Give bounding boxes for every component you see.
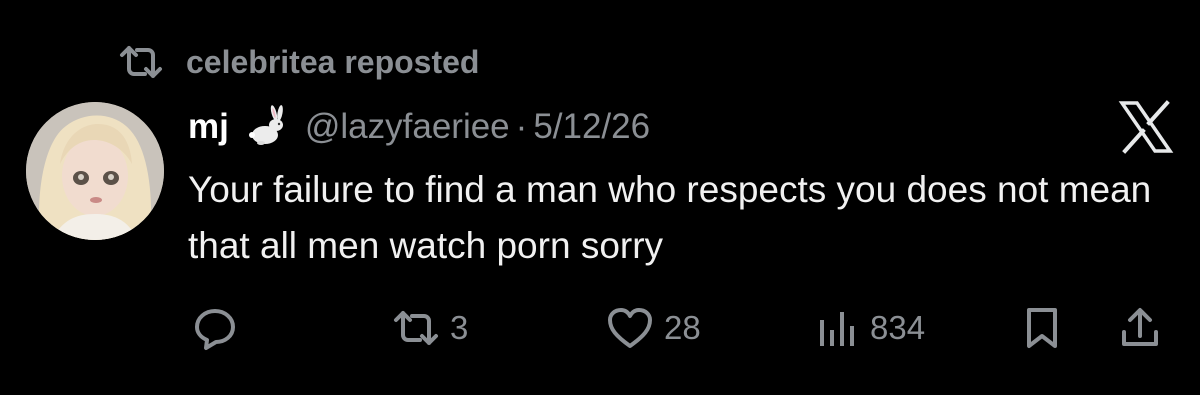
reply-button[interactable] <box>192 300 238 356</box>
share-icon <box>1120 306 1160 350</box>
repost-count: 3 <box>450 309 469 346</box>
tweet-header: mj @lazyfaeriee · 5/12/26 <box>188 102 650 152</box>
heart-icon <box>606 306 654 350</box>
reply-icon <box>192 305 238 351</box>
repost-icon <box>392 309 440 347</box>
views-button[interactable]: 834 <box>816 300 925 356</box>
views-count: 834 <box>870 309 926 346</box>
repost-button[interactable]: 3 <box>392 300 468 356</box>
avatar[interactable] <box>26 102 164 240</box>
bookmark-icon <box>1024 306 1060 350</box>
repost-banner-label: celebritea reposted <box>186 43 480 80</box>
display-name[interactable]: mj <box>188 107 229 147</box>
tweet-text: Your failure to find a man who respects … <box>188 169 1152 266</box>
repost-icon <box>118 45 164 79</box>
like-count: 28 <box>664 309 701 346</box>
tweet-date[interactable]: 5/12/26 <box>533 107 650 147</box>
action-bar: 3 28 834 <box>0 300 1200 360</box>
separator-dot: · <box>515 107 528 146</box>
bookmark-button[interactable] <box>1024 300 1060 356</box>
views-icon <box>816 306 860 350</box>
share-button[interactable] <box>1120 300 1160 356</box>
x-logo-icon[interactable] <box>1118 100 1174 154</box>
repost-banner[interactable]: celebritea reposted <box>118 40 479 84</box>
like-button[interactable]: 28 <box>606 300 701 356</box>
user-handle[interactable]: @lazyfaeriee <box>305 107 510 147</box>
rabbit-icon <box>243 105 289 149</box>
